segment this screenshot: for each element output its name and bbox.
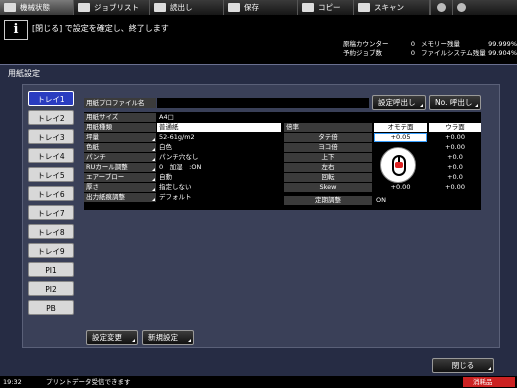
back-value[interactable]: +0.00 — [429, 133, 481, 142]
setting-value: 白色 — [157, 143, 281, 152]
tab-label: スキャン — [374, 3, 404, 12]
setting-value: デフォルト — [157, 193, 281, 202]
tab-save[interactable]: 保存 — [224, 0, 298, 15]
info-icon: i — [4, 20, 28, 40]
adjust-row-label: 上下 — [284, 153, 372, 162]
tray-pi2-button[interactable]: PI2 — [28, 281, 74, 296]
close-button[interactable]: 閉じる — [432, 358, 494, 373]
tab-label: 読出し — [170, 3, 193, 12]
tab-label: 機械状態 — [20, 3, 50, 12]
tray-1-button[interactable]: トレイ1 — [28, 91, 74, 106]
memory-label: メモリー残量 — [421, 40, 460, 48]
adjust-header-label: 倍率 — [284, 123, 372, 132]
setting-value: パンチ穴なし — [157, 153, 281, 162]
tray-pi1-button[interactable]: PI1 — [28, 262, 74, 277]
adjust-row-label: タテ倍 — [284, 133, 372, 142]
counter-row: 原稿カウンター 0 メモリー残量 99.999% — [343, 40, 517, 49]
tab-scan[interactable]: スキャン — [354, 0, 430, 15]
tab-label: 保存 — [244, 3, 259, 12]
setting-value: 指定しない — [157, 183, 281, 192]
job-list-icon — [78, 3, 90, 12]
tab-label: コピー — [318, 3, 341, 12]
recall-settings-button[interactable]: 設定呼出し — [372, 95, 426, 110]
tab-copy[interactable]: コピー — [298, 0, 354, 15]
tray-pb-button[interactable]: PB — [28, 300, 74, 315]
back-value[interactable]: +0.0 — [429, 163, 481, 172]
tab-recall[interactable]: 読出し — [150, 0, 224, 15]
tray-2-button[interactable]: トレイ2 — [28, 110, 74, 125]
clock: 19:32 — [3, 378, 22, 386]
tab-machine-status[interactable]: 機械状態 — [0, 0, 74, 15]
memory-value: 99.999% — [488, 40, 517, 48]
tray-7-button[interactable]: トレイ7 — [28, 205, 74, 220]
back-value[interactable]: +0.0 — [429, 173, 481, 182]
air-blow-button[interactable]: エアーブロー — [84, 173, 156, 182]
tray-3-button[interactable]: トレイ3 — [28, 129, 74, 144]
scan-icon — [358, 3, 370, 12]
supply-alert-badge[interactable]: 消耗品 — [463, 377, 515, 387]
output-adjust-button[interactable]: 出力紙痕調整 — [84, 193, 156, 202]
panel-title: 用紙設定 — [8, 69, 40, 78]
status-text: プリントデータ受信できます — [46, 378, 131, 386]
front-value[interactable]: +0.00 — [374, 183, 427, 192]
punch-button[interactable]: パンチ — [84, 153, 156, 162]
tray-5-button[interactable]: トレイ5 — [28, 167, 74, 182]
color-paper-button[interactable]: 色紙 — [84, 143, 156, 152]
paper-type-button[interactable]: 用紙種類 — [84, 123, 156, 132]
change-settings-button[interactable]: 設定変更 — [86, 330, 138, 345]
setting-value: 自動 — [157, 173, 281, 182]
back-side-header: ウラ面 — [429, 123, 481, 132]
periodic-adjust-label: 定期調整 — [284, 196, 372, 205]
tray-6-button[interactable]: トレイ6 — [28, 186, 74, 201]
front-side-header: オモテ面 — [374, 123, 427, 132]
curl-adjust-button[interactable]: RUカール調整 — [84, 163, 156, 172]
counter-value: 0 — [410, 49, 415, 57]
tab-job-list[interactable]: ジョブリスト — [74, 0, 150, 15]
counter-label: 原稿カウンター — [343, 40, 389, 48]
periodic-adjust-value: ON — [374, 196, 481, 205]
counter-value: 0 — [410, 40, 415, 48]
counter-row: 予約ジョブ数 0 ファイルシステム残量 99.904% — [343, 49, 517, 58]
filesystem-label: ファイルシステム残量 — [421, 49, 486, 57]
tray-8-button[interactable]: トレイ8 — [28, 224, 74, 239]
setting-value: 0 加湿 :ON — [157, 163, 281, 172]
profile-label: 用紙プロファイル名 — [84, 98, 156, 108]
back-value[interactable]: +0.0 — [429, 153, 481, 162]
filesystem-value: 99.904% — [488, 49, 517, 57]
adjust-row-label: Skew — [284, 183, 372, 192]
weight-button[interactable]: 坪量 — [84, 133, 156, 142]
copy-icon — [302, 3, 314, 12]
tab-label: ジョブリスト — [94, 3, 139, 12]
tray-4-button[interactable]: トレイ4 — [28, 148, 74, 163]
adjust-row-label: 左右 — [284, 163, 372, 172]
counter-label: 予約ジョブ数 — [343, 49, 382, 57]
top-tab-bar: 機械状態 ジョブリスト 読出し 保存 コピー スキャン — [0, 0, 517, 15]
message-text: [閉じる] で設定を確定し、終了します — [32, 24, 169, 33]
save-icon — [228, 3, 240, 12]
back-value[interactable]: +0.00 — [429, 143, 481, 152]
message-area: i [閉じる] で設定を確定し、終了します 原稿カウンター 0 メモリー残量 9… — [0, 15, 517, 63]
settings-icon[interactable] — [430, 0, 452, 15]
setting-value: 普通紙 — [157, 123, 281, 132]
help-icon[interactable] — [452, 0, 517, 15]
adjust-row-label: 回転 — [284, 173, 372, 182]
setting-value: A4□ — [157, 113, 281, 122]
status-bar: 19:32 プリントデータ受信できます 消耗品 — [0, 376, 517, 388]
machine-icon — [4, 3, 16, 12]
front-value-selected[interactable]: +0.05 — [374, 133, 427, 142]
counters: 原稿カウンター 0 メモリー残量 99.999% 予約ジョブ数 0 ファイルシス… — [343, 40, 517, 58]
recall-icon — [154, 3, 166, 12]
back-value[interactable]: +0.00 — [429, 183, 481, 192]
adjust-row-label: ヨコ倍 — [284, 143, 372, 152]
tray-9-button[interactable]: トレイ9 — [28, 243, 74, 258]
mouse-icon — [380, 147, 416, 183]
no-recall-button[interactable]: No. 呼出し — [429, 95, 481, 110]
new-settings-button[interactable]: 新規設定 — [142, 330, 194, 345]
setting-label: 用紙サイズ — [84, 113, 156, 122]
setting-value: 52-61g/m2 — [157, 133, 281, 142]
thickness-button[interactable]: 厚さ — [84, 183, 156, 192]
profile-value — [157, 98, 369, 108]
